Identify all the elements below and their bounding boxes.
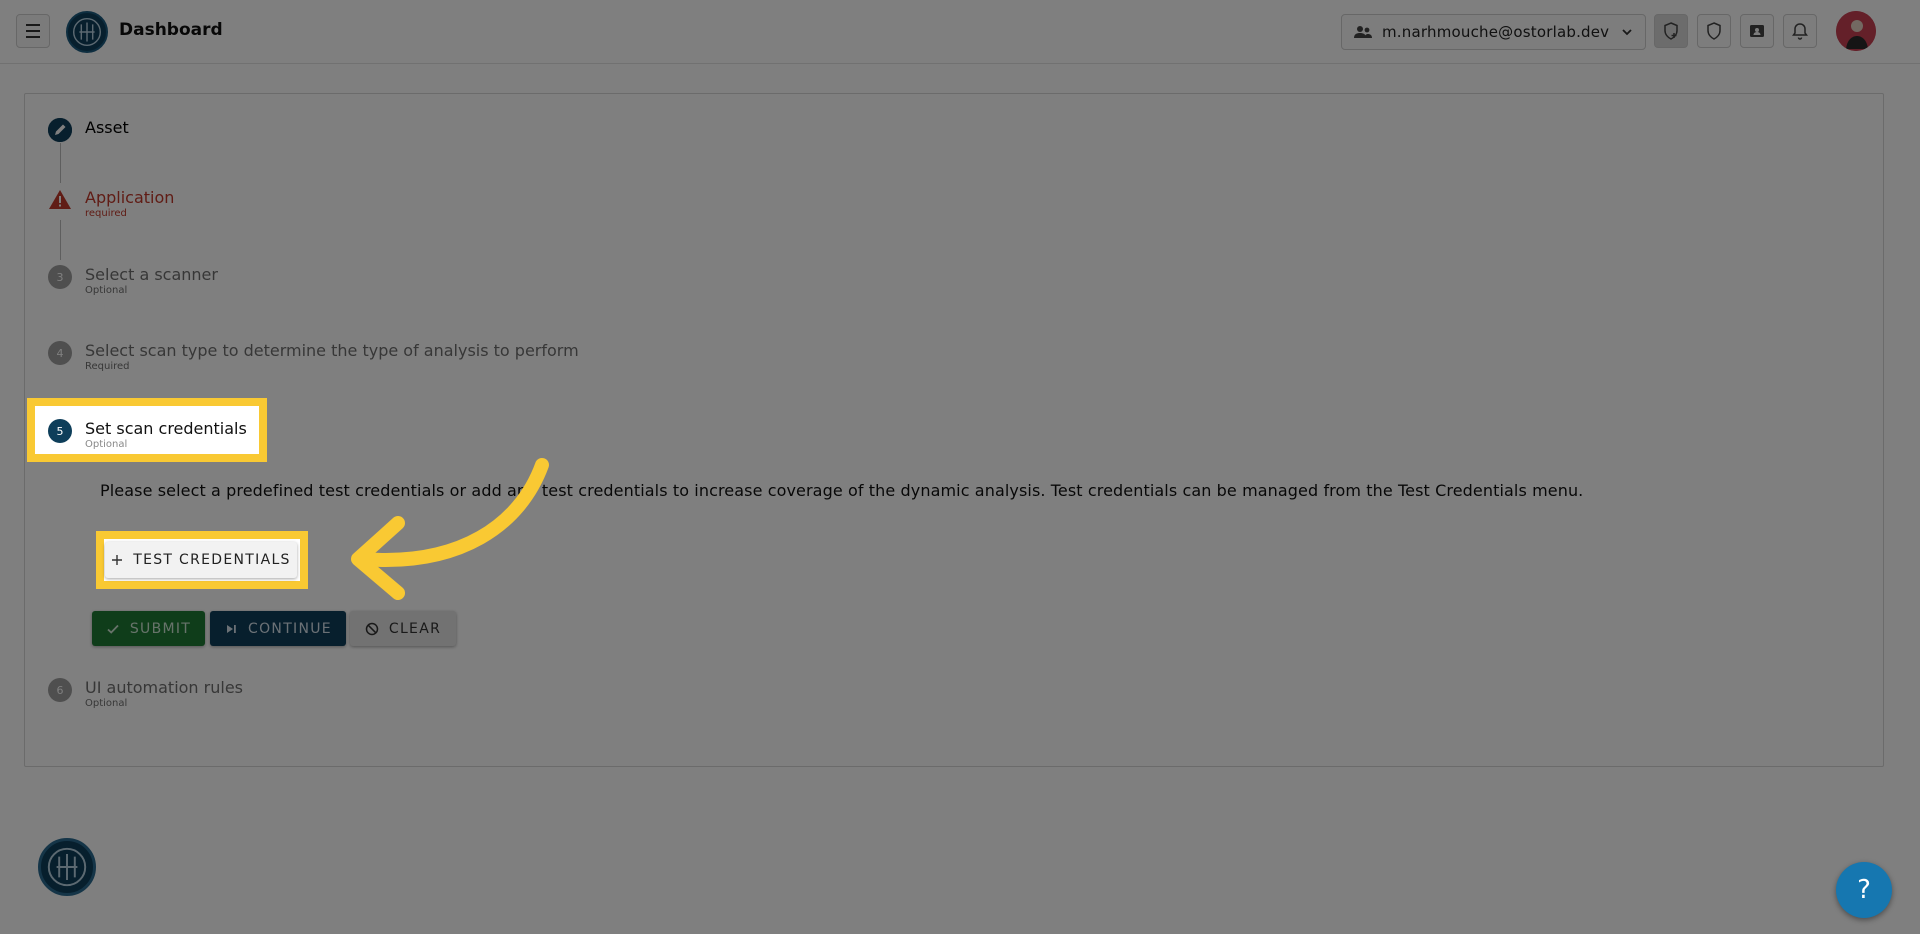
menu-icon-line <box>26 36 40 38</box>
page-title: Dashboard <box>119 20 223 40</box>
step-status <box>48 188 72 212</box>
scan-wizard-card <box>24 93 1884 767</box>
clear-label: CLEAR <box>388 620 442 637</box>
scan-shield-button[interactable] <box>1654 14 1688 48</box>
menu-icon-line <box>26 30 40 32</box>
clear-button[interactable]: CLEAR <box>350 611 456 646</box>
step-number: 4 <box>48 341 72 365</box>
step-application[interactable]: Application required <box>48 188 174 219</box>
step-sublabel: Optional <box>85 698 128 709</box>
step-sublabel: Required <box>85 361 130 372</box>
organization-selector[interactable]: m.narhmouche@ostorlab.dev <box>1341 14 1646 50</box>
step-label: Select scan type to determine the type o… <box>85 341 579 360</box>
step-status <box>48 118 72 142</box>
continue-label: CONTINUE <box>248 620 332 637</box>
step-sublabel: Optional <box>85 285 128 296</box>
step-label: Select a scanner <box>85 265 218 284</box>
step-select-scan-type[interactable]: 4 Select scan type to determine the type… <box>48 341 579 372</box>
step-number: 3 <box>48 265 72 289</box>
step-ui-automation-rules[interactable]: 6 UI automation rules Optional <box>48 678 243 709</box>
step-select-scanner[interactable]: 3 Select a scanner Optional <box>48 265 218 296</box>
annotation-arrow-icon <box>351 458 549 600</box>
step-connector <box>60 220 61 260</box>
logo-icon <box>47 847 87 887</box>
add-test-credentials-label: TEST CREDENTIALS <box>133 552 291 568</box>
security-button[interactable] <box>1697 14 1731 48</box>
step-label: Set scan credentials <box>85 419 247 438</box>
app-root: Dashboard m.narhmouche@ostorlab.dev Asse… <box>0 0 1920 934</box>
logo-icon <box>72 17 102 47</box>
ostorlab-logo[interactable] <box>66 11 108 53</box>
account-email: m.narhmouche@ostorlab.dev <box>1382 23 1610 41</box>
check-icon <box>107 624 119 634</box>
user-avatar[interactable] <box>1836 11 1876 51</box>
skip-next-icon <box>227 624 236 633</box>
credentials-description: Please select a predefined test credenti… <box>100 481 1584 500</box>
step-connector <box>60 143 61 183</box>
step-number: 5 <box>48 419 72 443</box>
pencil-icon <box>48 118 72 142</box>
step-asset[interactable]: Asset <box>48 118 129 142</box>
submit-button[interactable]: SUBMIT <box>92 611 205 646</box>
step-sublabel: Optional <box>85 439 128 450</box>
shield-icon <box>1707 22 1721 40</box>
step-label: Asset <box>85 118 129 137</box>
shield-plus-icon <box>1664 22 1678 40</box>
warning-icon <box>49 190 71 209</box>
notifications-button[interactable] <box>1783 14 1817 48</box>
plus-icon <box>112 555 123 565</box>
step-set-scan-credentials[interactable]: 5 Set scan credentials Optional <box>48 419 247 450</box>
id-card-icon <box>1750 25 1764 37</box>
chevron-down-icon <box>1622 29 1632 36</box>
block-icon <box>365 622 379 635</box>
step-sublabel: required <box>85 208 127 219</box>
step-label: UI automation rules <box>85 678 243 697</box>
footer-logo[interactable] <box>38 838 96 896</box>
contact-card-button[interactable] <box>1740 14 1774 48</box>
add-test-credentials-button[interactable]: TEST CREDENTIALS <box>105 542 297 578</box>
hamburger-menu-button[interactable] <box>16 14 50 48</box>
step-number: 6 <box>48 678 72 702</box>
top-header: Dashboard m.narhmouche@ostorlab.dev <box>0 0 1920 64</box>
step-label: Application <box>85 188 175 207</box>
people-icon <box>1354 26 1372 38</box>
continue-button[interactable]: CONTINUE <box>210 611 346 646</box>
avatar-image <box>1836 11 1876 51</box>
help-icon: ? <box>1857 875 1871 905</box>
menu-icon-line <box>26 24 40 26</box>
submit-label: SUBMIT <box>129 620 192 637</box>
help-button[interactable]: ? <box>1836 862 1892 918</box>
bell-icon <box>1792 23 1808 40</box>
